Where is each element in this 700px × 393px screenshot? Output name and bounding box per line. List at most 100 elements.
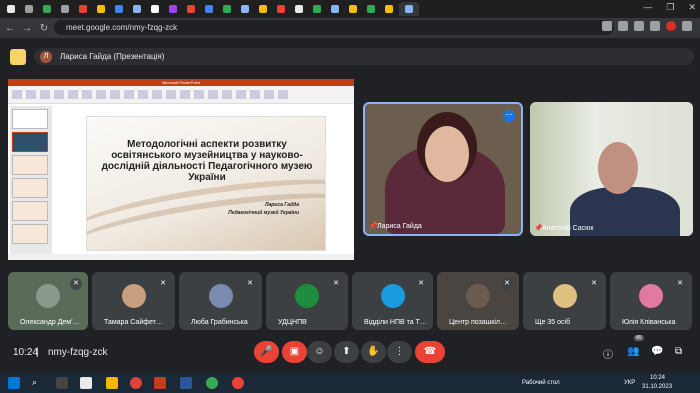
participant-tile[interactable]: ✕ Відділи НПВ та Т… — [352, 272, 433, 330]
shared-screen[interactable]: Microsoft PowerPoint Методологічні аспек… — [8, 79, 354, 260]
maximize-button[interactable]: ❐ — [666, 2, 674, 13]
profile-avatar[interactable] — [666, 21, 676, 31]
slide-author-org: Педагогічний музей України — [228, 210, 299, 216]
participant-name: Тамара Сайфет… — [104, 319, 163, 326]
browser-tab[interactable] — [183, 2, 198, 16]
tab-favicon-icon — [132, 5, 141, 13]
tab-favicon-icon — [222, 5, 231, 13]
task-view-icon[interactable] — [56, 377, 68, 389]
people-count-badge: 45 — [634, 335, 644, 341]
tab-favicon-icon — [384, 5, 393, 13]
clock-time: 10:24 — [650, 375, 666, 381]
browser-tab[interactable] — [111, 2, 126, 16]
close-button[interactable]: ✕ — [688, 2, 696, 13]
tab-favicon-icon — [150, 5, 159, 13]
start-icon[interactable] — [8, 377, 20, 389]
browser-tab[interactable] — [345, 2, 360, 16]
mic-muted-icon: ✕ — [415, 278, 427, 290]
presenter-pill[interactable]: Л Лариса Гайда (Презентація) — [34, 48, 694, 65]
browser-tab[interactable] — [21, 2, 36, 16]
participant-tile[interactable]: ✕ Тамара Сайфет… — [92, 272, 175, 330]
address-bar: ← → ↻ meet.google.com/nmy-fzqg-zck — [0, 18, 700, 38]
participant-avatar — [208, 284, 233, 308]
reload-icon[interactable]: ↻ — [37, 23, 51, 34]
explorer-icon[interactable] — [106, 377, 118, 389]
tab-favicon-icon — [294, 5, 303, 13]
emoji-button[interactable]: ☺ — [307, 341, 332, 363]
participant-avatar — [639, 284, 663, 308]
browser-tab[interactable] — [255, 2, 270, 16]
chat-icon[interactable]: 💬 — [651, 346, 663, 357]
participant-tile[interactable]: ✕ Олександр Дем'… — [8, 272, 88, 330]
browser-tab[interactable] — [147, 2, 162, 16]
video-tile-main-2[interactable]: 📌 Анатолій Сасюк — [530, 102, 693, 236]
sidepanel-icon[interactable] — [650, 21, 660, 31]
slide-thumb — [12, 109, 48, 129]
browser-tab[interactable] — [93, 2, 108, 16]
menu-icon[interactable] — [682, 21, 692, 31]
meeting-time: 10:24 — [13, 347, 39, 358]
leave-call-button[interactable]: ☎ — [415, 341, 445, 363]
participant-tile[interactable]: ✕ Юлія Кліванська — [610, 272, 692, 330]
more-options-button[interactable]: ⋮ — [387, 341, 412, 363]
browser-tab[interactable] — [327, 2, 342, 16]
activities-icon[interactable]: ⧉ — [675, 346, 682, 357]
tab-favicon-icon — [366, 5, 375, 13]
browser-tab[interactable] — [291, 2, 306, 16]
forward-icon[interactable]: → — [20, 23, 34, 34]
mic-muted-icon: ✕ — [70, 278, 82, 290]
browser-tab[interactable] — [309, 2, 324, 16]
people-icon[interactable]: 👥 — [627, 346, 639, 357]
more-options-icon[interactable]: ⋯ — [503, 110, 515, 122]
language-indicator[interactable]: УКР — [624, 380, 635, 386]
search-icon[interactable]: ⌕ — [32, 377, 44, 389]
participant-tile[interactable]: ✕ Центр позашкіл… — [437, 272, 519, 330]
word-icon[interactable] — [180, 377, 192, 389]
browser-tab[interactable] — [57, 2, 72, 16]
participant-tile[interactable]: ✕ УДЦНПВ — [266, 272, 348, 330]
mic-muted-icon: ✕ — [501, 278, 513, 290]
browser-tab[interactable] — [399, 2, 419, 16]
minimize-button[interactable]: — — [643, 2, 652, 13]
desktop-label[interactable]: Рабочий стол — [522, 380, 560, 386]
browser-tab[interactable] — [201, 2, 216, 16]
ppt-title-bar: Microsoft PowerPoint — [8, 79, 354, 86]
present-button[interactable]: ⬆ — [334, 341, 359, 363]
browser-tab[interactable] — [237, 2, 252, 16]
tab-favicon-icon — [24, 5, 33, 13]
browser-tab[interactable] — [363, 2, 378, 16]
back-icon[interactable]: ← — [3, 23, 17, 34]
participant-tile[interactable]: ✕ Ще 35 осіб — [523, 272, 606, 330]
file-icon[interactable] — [80, 377, 92, 389]
chrome-icon[interactable] — [232, 377, 244, 389]
info-icon[interactable]: ⓘ — [603, 346, 613, 361]
browser-tab[interactable] — [219, 2, 234, 16]
browser-tab[interactable] — [273, 2, 288, 16]
participant-name: Лариса Гайда — [377, 223, 422, 230]
chrome-icon[interactable] — [130, 377, 142, 389]
browser-tab[interactable] — [39, 2, 54, 16]
chrome-icon[interactable] — [206, 377, 218, 389]
powerpoint-icon[interactable] — [154, 377, 166, 389]
browser-tab[interactable] — [165, 2, 180, 16]
url-input[interactable]: meet.google.com/nmy-fzqg-zck — [54, 20, 614, 35]
mic-muted-icon: ✕ — [330, 278, 342, 290]
video-tile-main-1[interactable]: ⋯ 📌 Лариса Гайда — [363, 102, 523, 236]
browser-tab[interactable] — [3, 2, 18, 16]
browser-tab[interactable] — [75, 2, 90, 16]
present-icon[interactable] — [10, 49, 26, 65]
browser-tab[interactable] — [129, 2, 144, 16]
person-face — [598, 142, 638, 194]
raise-hand-button[interactable]: ✋ — [361, 341, 386, 363]
browser-extension-icons — [602, 21, 692, 31]
camera-off-button[interactable]: ▣ — [282, 341, 307, 363]
browser-tab[interactable] — [381, 2, 396, 16]
camera-icon[interactable] — [602, 21, 612, 31]
participant-avatar — [121, 284, 146, 308]
participant-tile[interactable]: ✕ Люба Грабинська — [179, 272, 262, 330]
star-icon[interactable] — [634, 21, 644, 31]
tab-favicon-icon — [186, 5, 195, 13]
mic-off-button[interactable]: 🎤 — [254, 341, 279, 363]
share-icon[interactable] — [618, 21, 628, 31]
tab-favicon-icon — [330, 5, 339, 13]
